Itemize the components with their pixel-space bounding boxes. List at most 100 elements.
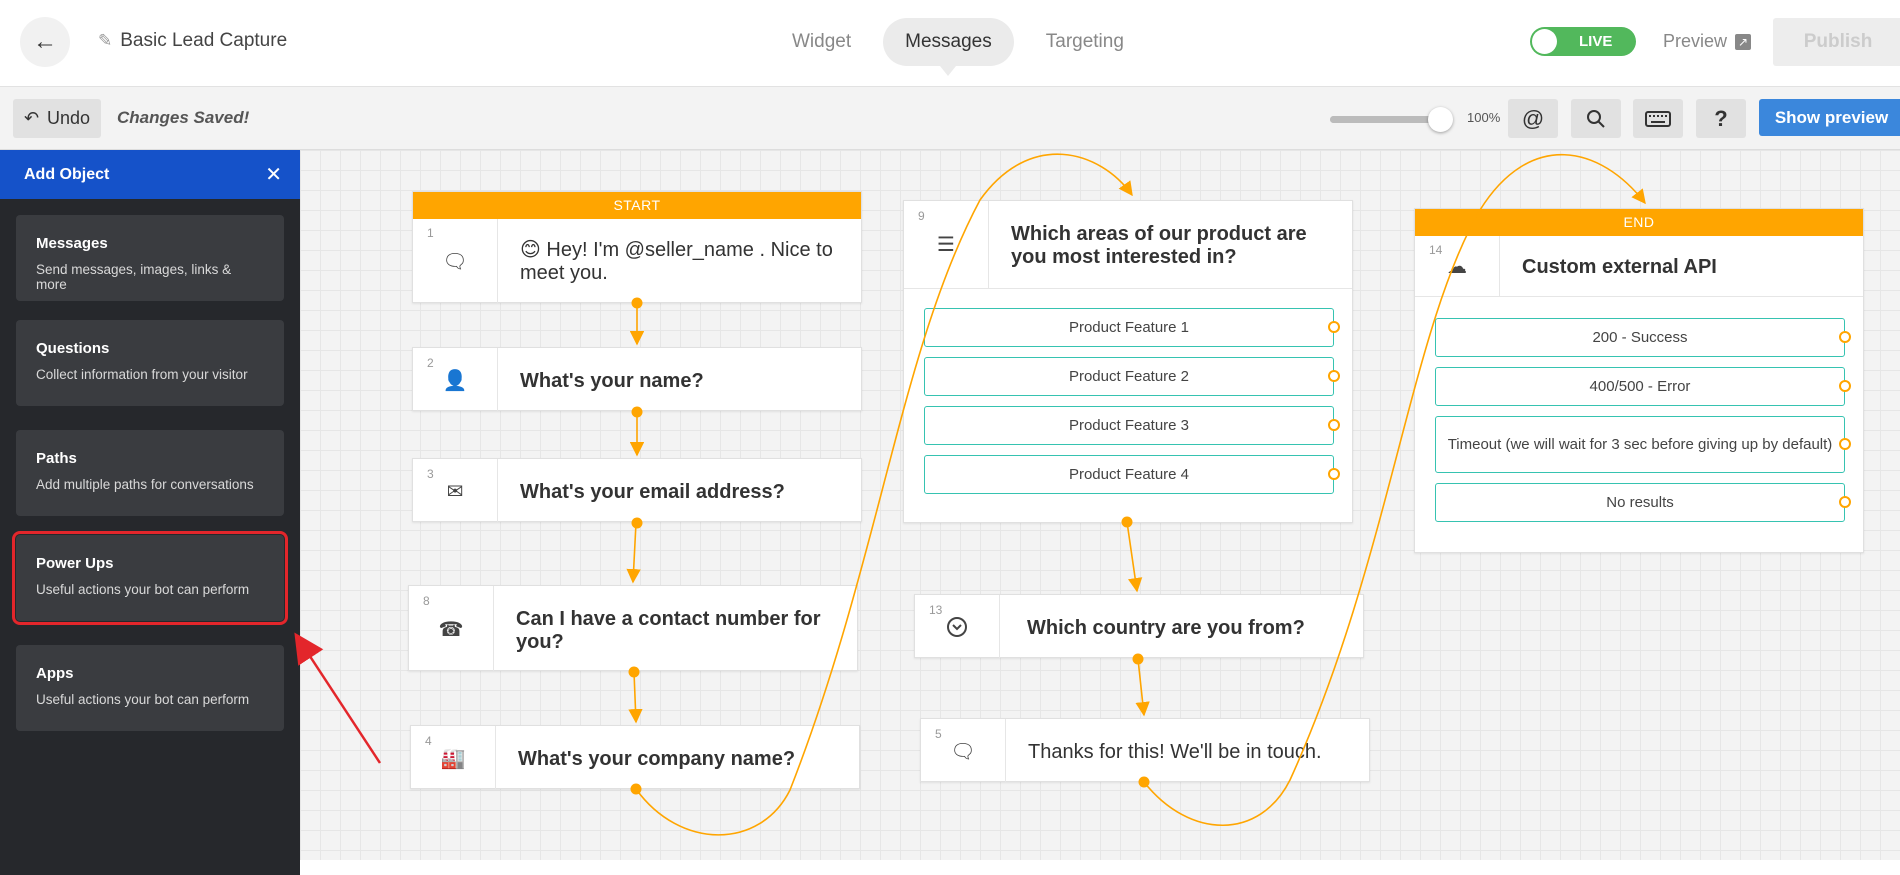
tab-messages[interactable]: Messages [883, 18, 1014, 76]
bot-title-area[interactable]: ✎ Basic Lead Capture [98, 30, 287, 52]
flow-node-3[interactable]: 3 ✉ What's your email address? [412, 458, 862, 523]
api-response-option[interactable]: 200 - Success [1435, 318, 1845, 357]
node-question-text: What's your name? [520, 370, 704, 392]
sidebar-item-title: Paths [36, 450, 77, 467]
external-link-icon: ↗ [1735, 33, 1752, 50]
answer-option[interactable]: Product Feature 1 [924, 308, 1334, 347]
sidebar-item-questions[interactable]: Questions Collect information from your … [16, 320, 284, 406]
flow-node-5[interactable]: 5 🗨 Thanks for this! We'll be in touch. [920, 718, 1370, 783]
answer-option[interactable]: Product Feature 4 [924, 455, 1334, 494]
sidebar-title: Add Object [24, 165, 110, 183]
flow-node-13[interactable]: 13 Which country are you from? [914, 594, 1364, 659]
search-button[interactable] [1571, 99, 1621, 138]
preview-label: Preview [1663, 31, 1728, 51]
toggle-knob [1532, 29, 1557, 54]
help-icon: ? [1714, 105, 1728, 131]
sidebar-item-title: Power Ups [36, 555, 114, 572]
toolbar: ↶ Undo Changes Saved! 100% @ ? Show prev… [0, 88, 1900, 150]
main-tabs: Widget Messages Targeting [770, 18, 1146, 76]
option-port[interactable] [1328, 321, 1340, 333]
node-question-text: Which country are you from? [1027, 617, 1305, 639]
node-divider [1415, 296, 1863, 297]
flow-node-14[interactable]: END 14 ☁ Custom external API 200 - Succe… [1414, 208, 1864, 553]
save-status: Changes Saved! [117, 108, 250, 127]
sidebar-item-title: Messages [36, 235, 108, 252]
flow-node-2[interactable]: 2 👤 What's your name? [412, 347, 862, 412]
top-bar: ← ✎ Basic Lead Capture Widget Messages T… [0, 0, 1900, 87]
cloud-icon: ☁ [1415, 236, 1500, 296]
sidebar-item-paths[interactable]: Paths Add multiple paths for conversatio… [16, 430, 284, 516]
node-message-text: Thanks for this! We'll be in touch. [1028, 741, 1322, 763]
tab-widget[interactable]: Widget [770, 18, 873, 66]
undo-label: Undo [47, 108, 91, 128]
option-port[interactable] [1839, 331, 1851, 343]
dropdown-icon [915, 595, 1000, 659]
sidebar-item-title: Apps [36, 665, 74, 682]
flow-node-9[interactable]: 9 ☰ Which areas of our product are you m… [903, 200, 1353, 523]
flow-node-1[interactable]: START 1 🗨 😊 Hey! I'm @seller_name . Nice… [412, 191, 862, 304]
option-port[interactable] [1839, 438, 1851, 450]
zoom-fill [1330, 116, 1441, 123]
api-response-option[interactable]: Timeout (we will wait for 3 sec before g… [1435, 416, 1845, 473]
user-icon: 👤 [413, 348, 498, 412]
sidebar-item-messages[interactable]: Messages Send messages, images, links & … [16, 215, 284, 301]
add-object-sidebar: Add Object ✕ Messages Send messages, ima… [0, 150, 300, 875]
option-port[interactable] [1839, 380, 1851, 392]
keyboard-shortcuts-button[interactable] [1633, 99, 1683, 138]
sidebar-item-power-ups[interactable]: Power Ups Useful actions your bot can pe… [12, 531, 288, 625]
node-powerup-text: Custom external API [1522, 256, 1717, 278]
node-question-text: What's your email address? [520, 481, 785, 503]
node-message-text: 😊 Hey! I'm @seller_name . Nice to meet y… [520, 239, 833, 284]
sidebar-item-title: Questions [36, 340, 110, 357]
chevron-circle-icon [947, 617, 967, 637]
publish-button[interactable]: Publish [1773, 18, 1900, 66]
option-port[interactable] [1328, 370, 1340, 382]
answer-option[interactable]: Product Feature 3 [924, 406, 1334, 445]
preview-link[interactable]: Preview ↗ [1663, 31, 1752, 52]
keyboard-icon [1645, 110, 1671, 127]
zoom-slider-handle[interactable] [1428, 107, 1453, 132]
node-question-text: Which areas of our product are you most … [1011, 223, 1307, 268]
live-label: LIVE [1579, 33, 1613, 50]
sidebar-item-apps[interactable]: Apps Useful actions your bot can perform [16, 645, 284, 731]
phone-icon: ☎ [409, 586, 494, 672]
option-port[interactable] [1328, 468, 1340, 480]
undo-button[interactable]: ↶ Undo [13, 99, 101, 138]
factory-icon: 🏭 [411, 726, 496, 790]
option-port[interactable] [1839, 496, 1851, 508]
back-button[interactable]: ← [20, 17, 70, 67]
envelope-icon: ✉ [413, 459, 498, 523]
node-question-text: What's your company name? [518, 748, 796, 770]
pencil-icon: ✎ [98, 31, 113, 50]
flow-node-8[interactable]: 8 ☎ Can I have a contact number for you? [408, 585, 858, 672]
close-icon[interactable]: ✕ [265, 162, 282, 187]
chat-icon: 🗨 [413, 219, 498, 304]
sidebar-item-desc: Add multiple paths for conversations [36, 477, 254, 492]
sidebar-item-desc: Useful actions your bot can perform [36, 692, 250, 707]
arrow-left-icon: ← [33, 28, 57, 55]
flow-node-4[interactable]: 4 🏭 What's your company name? [410, 725, 860, 790]
help-button[interactable]: ? [1696, 99, 1746, 138]
node-question-text: Can I have a contact number for you? [516, 608, 821, 653]
live-toggle[interactable]: LIVE [1530, 27, 1636, 56]
node-divider [904, 288, 1352, 289]
mention-button[interactable]: @ [1508, 99, 1558, 138]
zoom-level: 100% [1467, 110, 1501, 125]
api-response-option[interactable]: 400/500 - Error [1435, 367, 1845, 406]
undo-icon: ↶ [23, 108, 40, 128]
chat-icon: 🗨 [921, 719, 1006, 783]
sidebar-item-desc: Collect information from your visitor [36, 367, 248, 382]
api-response-option[interactable]: No results [1435, 483, 1845, 522]
search-icon [1587, 109, 1605, 128]
sidebar-item-desc: Send messages, images, links & more [36, 262, 232, 292]
at-icon: @ [1521, 105, 1545, 131]
answer-option[interactable]: Product Feature 2 [924, 357, 1334, 396]
start-banner: START [413, 192, 861, 219]
checklist-icon: ☰ [904, 201, 989, 288]
option-port[interactable] [1328, 419, 1340, 431]
canvas-scrollbar[interactable] [300, 860, 1900, 875]
tab-targeting[interactable]: Targeting [1024, 18, 1146, 66]
zoom-slider[interactable] [1330, 107, 1453, 132]
show-preview-button[interactable]: Show preview [1759, 99, 1900, 136]
bot-title[interactable]: Basic Lead Capture [120, 30, 287, 52]
